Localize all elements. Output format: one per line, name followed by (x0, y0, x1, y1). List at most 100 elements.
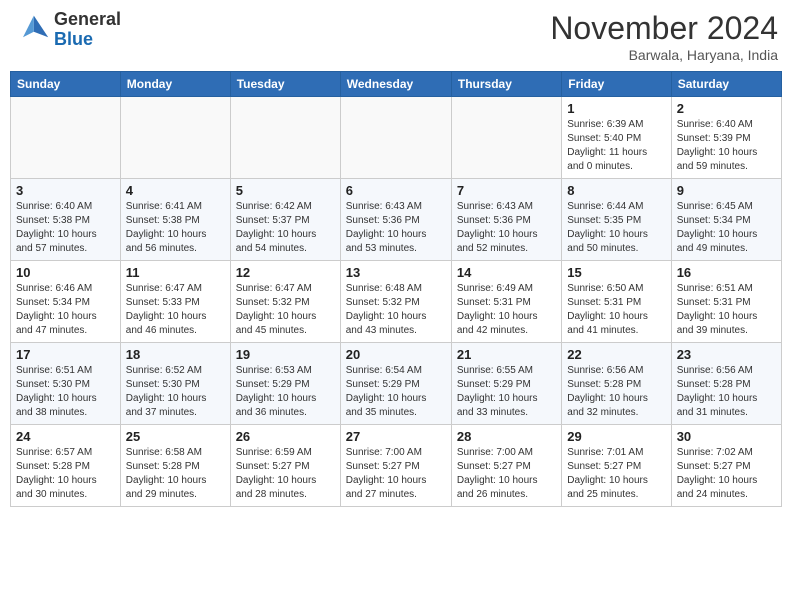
location: Barwala, Haryana, India (550, 47, 778, 63)
week-row-3: 10 Sunrise: 6:46 AM Sunset: 5:34 PM Dayli… (11, 261, 782, 343)
day-cell: 5 Sunrise: 6:42 AM Sunset: 5:37 PM Daylig… (230, 179, 340, 261)
day-info: Sunrise: 6:47 AM Sunset: 5:32 PM Dayligh… (236, 282, 335, 338)
day-info: Sunrise: 7:02 AM Sunset: 5:27 PM Dayligh… (677, 446, 776, 502)
weekday-header-sunday: Sunday (11, 72, 121, 97)
day-number: 18 (126, 347, 225, 362)
logo-blue: Blue (54, 30, 121, 50)
day-cell: 26 Sunrise: 6:59 AM Sunset: 5:27 PM Dayli… (230, 425, 340, 507)
day-info: Sunrise: 6:53 AM Sunset: 5:29 PM Dayligh… (236, 364, 335, 420)
day-cell: 7 Sunrise: 6:43 AM Sunset: 5:36 PM Daylig… (451, 179, 561, 261)
day-info: Sunrise: 6:52 AM Sunset: 5:30 PM Dayligh… (126, 364, 225, 420)
day-cell: 10 Sunrise: 6:46 AM Sunset: 5:34 PM Dayli… (11, 261, 121, 343)
logo: General Blue (14, 10, 121, 50)
day-cell: 24Sunrise: 6:57 AM Sunset: 5:28 PM Dayli… (11, 425, 121, 507)
day-number: 25 (126, 429, 225, 444)
day-number: 22 (567, 347, 665, 362)
weekday-header-row: SundayMondayTuesdayWednesdayThursdayFrid… (11, 72, 782, 97)
day-number: 6 (346, 183, 446, 198)
day-info: Sunrise: 7:00 AM Sunset: 5:27 PM Dayligh… (346, 446, 446, 502)
day-cell: 18 Sunrise: 6:52 AM Sunset: 5:30 PM Dayli… (120, 343, 230, 425)
day-cell (340, 97, 451, 179)
day-cell: 1 Sunrise: 6:39 AM Sunset: 5:40 PM Daylig… (562, 97, 671, 179)
day-info: Sunrise: 7:00 AM Sunset: 5:27 PM Dayligh… (457, 446, 556, 502)
week-row-4: 17 Sunrise: 6:51 AM Sunset: 5:30 PM Dayli… (11, 343, 782, 425)
day-number: 27 (346, 429, 446, 444)
day-info: Sunrise: 6:42 AM Sunset: 5:37 PM Dayligh… (236, 200, 335, 256)
day-cell: 22Sunrise: 6:56 AM Sunset: 5:28 PM Dayli… (562, 343, 671, 425)
day-cell: 16 Sunrise: 6:51 AM Sunset: 5:31 PM Dayli… (671, 261, 781, 343)
day-number: 7 (457, 183, 556, 198)
day-cell: 21 Sunrise: 6:55 AM Sunset: 5:29 PM Dayli… (451, 343, 561, 425)
day-cell: 20Sunrise: 6:54 AM Sunset: 5:29 PM Dayli… (340, 343, 451, 425)
day-info: Sunrise: 6:40 AM Sunset: 5:38 PM Dayligh… (16, 200, 115, 256)
weekday-header-monday: Monday (120, 72, 230, 97)
day-cell: 11Sunrise: 6:47 AM Sunset: 5:33 PM Dayli… (120, 261, 230, 343)
day-number: 29 (567, 429, 665, 444)
week-row-2: 3Sunrise: 6:40 AM Sunset: 5:38 PM Daylig… (11, 179, 782, 261)
day-cell (120, 97, 230, 179)
day-cell (451, 97, 561, 179)
day-cell: 13 Sunrise: 6:48 AM Sunset: 5:32 PM Dayli… (340, 261, 451, 343)
day-number: 13 (346, 265, 446, 280)
day-info: Sunrise: 6:43 AM Sunset: 5:36 PM Dayligh… (346, 200, 446, 256)
day-cell: 6 Sunrise: 6:43 AM Sunset: 5:36 PM Daylig… (340, 179, 451, 261)
day-number: 5 (236, 183, 335, 198)
day-info: Sunrise: 6:40 AM Sunset: 5:39 PM Dayligh… (677, 118, 776, 174)
day-cell: 4 Sunrise: 6:41 AM Sunset: 5:38 PM Daylig… (120, 179, 230, 261)
day-number: 11 (126, 265, 225, 280)
day-cell: 28 Sunrise: 7:00 AM Sunset: 5:27 PM Dayli… (451, 425, 561, 507)
day-number: 20 (346, 347, 446, 362)
day-info: Sunrise: 6:45 AM Sunset: 5:34 PM Dayligh… (677, 200, 776, 256)
day-cell: 19 Sunrise: 6:53 AM Sunset: 5:29 PM Dayli… (230, 343, 340, 425)
day-number: 30 (677, 429, 776, 444)
logo-general: General (54, 10, 121, 30)
weekday-header-thursday: Thursday (451, 72, 561, 97)
day-number: 28 (457, 429, 556, 444)
weekday-header-friday: Friday (562, 72, 671, 97)
day-number: 14 (457, 265, 556, 280)
day-info: Sunrise: 6:43 AM Sunset: 5:36 PM Dayligh… (457, 200, 556, 256)
day-number: 12 (236, 265, 335, 280)
day-info: Sunrise: 6:44 AM Sunset: 5:35 PM Dayligh… (567, 200, 665, 256)
day-cell: 14 Sunrise: 6:49 AM Sunset: 5:31 PM Dayli… (451, 261, 561, 343)
day-info: Sunrise: 6:48 AM Sunset: 5:32 PM Dayligh… (346, 282, 446, 338)
weekday-header-tuesday: Tuesday (230, 72, 340, 97)
day-cell: 25 Sunrise: 6:58 AM Sunset: 5:28 PM Dayli… (120, 425, 230, 507)
day-info: Sunrise: 6:59 AM Sunset: 5:27 PM Dayligh… (236, 446, 335, 502)
day-cell: 23Sunrise: 6:56 AM Sunset: 5:28 PM Dayli… (671, 343, 781, 425)
weekday-header-saturday: Saturday (671, 72, 781, 97)
day-info: Sunrise: 6:39 AM Sunset: 5:40 PM Dayligh… (567, 118, 665, 174)
day-number: 21 (457, 347, 556, 362)
day-cell: 12 Sunrise: 6:47 AM Sunset: 5:32 PM Dayli… (230, 261, 340, 343)
day-number: 1 (567, 101, 665, 116)
day-cell: 17 Sunrise: 6:51 AM Sunset: 5:30 PM Dayli… (11, 343, 121, 425)
day-cell: 3Sunrise: 6:40 AM Sunset: 5:38 PM Daylig… (11, 179, 121, 261)
day-number: 26 (236, 429, 335, 444)
day-cell: 8 Sunrise: 6:44 AM Sunset: 5:35 PM Daylig… (562, 179, 671, 261)
day-info: Sunrise: 6:55 AM Sunset: 5:29 PM Dayligh… (457, 364, 556, 420)
logo-text: General Blue (54, 10, 121, 50)
day-info: Sunrise: 6:46 AM Sunset: 5:34 PM Dayligh… (16, 282, 115, 338)
day-cell (11, 97, 121, 179)
day-info: Sunrise: 6:58 AM Sunset: 5:28 PM Dayligh… (126, 446, 225, 502)
day-number: 19 (236, 347, 335, 362)
day-info: Sunrise: 6:49 AM Sunset: 5:31 PM Dayligh… (457, 282, 556, 338)
day-number: 9 (677, 183, 776, 198)
day-info: Sunrise: 6:41 AM Sunset: 5:38 PM Dayligh… (126, 200, 225, 256)
day-info: Sunrise: 6:57 AM Sunset: 5:28 PM Dayligh… (16, 446, 115, 502)
day-number: 23 (677, 347, 776, 362)
day-cell (230, 97, 340, 179)
day-number: 4 (126, 183, 225, 198)
day-number: 16 (677, 265, 776, 280)
day-number: 10 (16, 265, 115, 280)
day-number: 2 (677, 101, 776, 116)
day-info: Sunrise: 6:51 AM Sunset: 5:30 PM Dayligh… (16, 364, 115, 420)
page-header: General Blue November 2024 Barwala, Hary… (10, 10, 782, 63)
day-cell: 30 Sunrise: 7:02 AM Sunset: 5:27 PM Dayli… (671, 425, 781, 507)
day-number: 8 (567, 183, 665, 198)
day-number: 17 (16, 347, 115, 362)
week-row-5: 24Sunrise: 6:57 AM Sunset: 5:28 PM Dayli… (11, 425, 782, 507)
day-info: Sunrise: 6:50 AM Sunset: 5:31 PM Dayligh… (567, 282, 665, 338)
day-info: Sunrise: 6:51 AM Sunset: 5:31 PM Dayligh… (677, 282, 776, 338)
logo-icon (14, 12, 50, 48)
